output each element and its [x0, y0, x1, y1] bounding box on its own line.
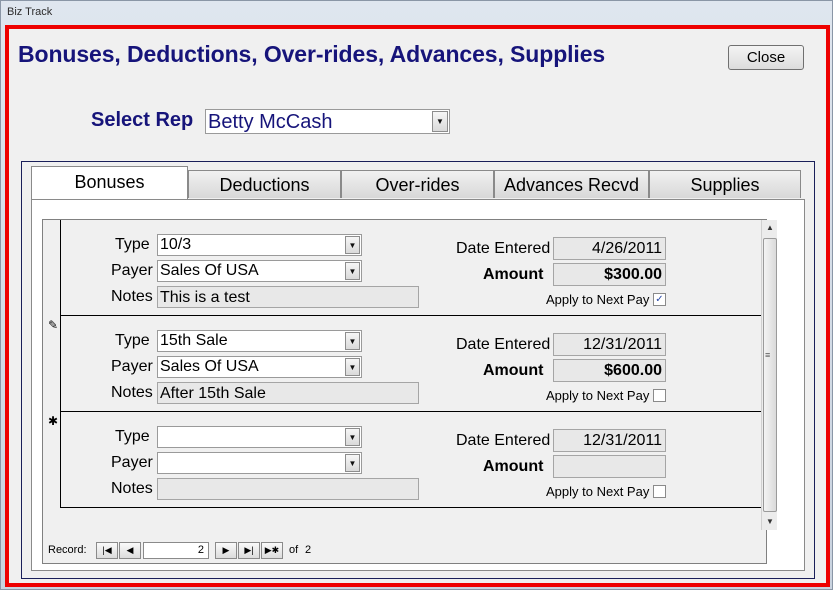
- chevron-down-icon[interactable]: ▼: [345, 332, 360, 350]
- next-record-icon[interactable]: ▶: [215, 542, 237, 559]
- last-record-icon[interactable]: ▶|: [238, 542, 260, 559]
- total-records: 2: [305, 544, 312, 556]
- record-row: Type 10/3 ▼ Payer Sales Of USA ▼ Notes T…: [61, 220, 761, 316]
- record-label: Record:: [48, 544, 87, 556]
- tab-bonuses[interactable]: Bonuses: [31, 166, 188, 199]
- chevron-down-icon[interactable]: ▼: [345, 428, 360, 446]
- current-record-input[interactable]: 2: [143, 542, 209, 559]
- vertical-scrollbar[interactable]: ▲ ≡ ▼: [761, 220, 777, 530]
- date-entered-field[interactable]: 12/31/2011: [553, 333, 666, 356]
- new-record-icon: ✱: [48, 414, 59, 428]
- chevron-down-icon[interactable]: ▼: [345, 358, 360, 376]
- scroll-thumb[interactable]: [763, 238, 777, 512]
- payer-combo[interactable]: Sales Of USA ▼: [157, 356, 362, 378]
- new-record-nav-icon[interactable]: ▶✱: [261, 542, 283, 559]
- payer-value: Sales Of USA: [160, 262, 259, 279]
- grip-icon: ≡: [765, 350, 771, 360]
- tab-control: Bonuses Deductions Over-rides Advances R…: [21, 161, 815, 579]
- type-combo[interactable]: 15th Sale ▼: [157, 330, 362, 352]
- tab-deductions[interactable]: Deductions: [188, 170, 341, 198]
- amount-label: Amount: [483, 362, 544, 379]
- amount-label: Amount: [483, 266, 544, 283]
- chevron-down-icon[interactable]: ▼: [345, 262, 360, 280]
- type-combo[interactable]: 10/3 ▼: [157, 234, 362, 256]
- payer-value: Sales Of USA: [160, 358, 259, 375]
- payer-label: Payer: [111, 454, 153, 471]
- notes-field[interactable]: After 15th Sale: [157, 382, 419, 404]
- scroll-down-icon[interactable]: ▼: [762, 514, 778, 530]
- payer-combo[interactable]: Sales Of USA ▼: [157, 260, 362, 282]
- date-entered-label: Date Entered: [456, 240, 551, 257]
- type-label: Type: [115, 428, 150, 445]
- apply-next-pay-label: Apply to Next Pay: [546, 388, 650, 403]
- chevron-down-icon[interactable]: ▼: [345, 454, 360, 472]
- select-rep-value: Betty McCash: [208, 111, 333, 133]
- payer-label: Payer: [111, 358, 153, 375]
- tab-supplies[interactable]: Supplies: [649, 170, 801, 198]
- tab-over-rides[interactable]: Over-rides: [341, 170, 494, 198]
- amount-label: Amount: [483, 458, 544, 475]
- apply-next-pay-checkbox[interactable]: [653, 485, 666, 498]
- amount-field[interactable]: [553, 455, 666, 478]
- type-combo[interactable]: ▼: [157, 426, 362, 448]
- bonuses-page: Type 10/3 ▼ Payer Sales Of USA ▼ Notes T…: [31, 199, 805, 571]
- apply-next-pay-checkbox[interactable]: ✓: [653, 293, 666, 306]
- notes-field[interactable]: [157, 478, 419, 500]
- window-title: Biz Track: [7, 6, 53, 18]
- close-button[interactable]: Close: [728, 45, 804, 70]
- select-rep-combo[interactable]: Betty McCash ▼: [205, 109, 450, 134]
- type-label: Type: [115, 332, 150, 349]
- scroll-up-icon[interactable]: ▲: [762, 220, 778, 236]
- of-label: of: [289, 544, 299, 556]
- amount-field[interactable]: $300.00: [553, 263, 666, 286]
- type-value: 15th Sale: [160, 332, 228, 349]
- notes-label: Notes: [111, 288, 153, 305]
- apply-next-pay-label: Apply to Next Pay: [546, 484, 650, 499]
- apply-next-pay-label: Apply to Next Pay: [546, 292, 650, 307]
- notes-label: Notes: [111, 384, 153, 401]
- type-value: 10/3: [160, 236, 192, 253]
- record-selector-column: [43, 220, 61, 508]
- app-window: Biz Track Bonuses, Deductions, Over-ride…: [0, 0, 833, 590]
- notes-label: Notes: [111, 480, 153, 497]
- date-entered-field[interactable]: 12/31/2011: [553, 429, 666, 452]
- record-navigation: Record: |◀ ◀ 2 ▶ ▶| ▶✱ of 2: [48, 542, 448, 560]
- apply-next-pay-checkbox[interactable]: [653, 389, 666, 402]
- payer-combo[interactable]: ▼: [157, 452, 362, 474]
- tab-advances-recvd[interactable]: Advances Recvd: [494, 170, 649, 198]
- pencil-icon: ✎: [48, 318, 59, 332]
- record-row: Type ▼ Payer ▼ Notes Date Entered 12/31/…: [61, 412, 761, 508]
- record-row: Type 15th Sale ▼ Payer Sales Of USA ▼ No…: [61, 316, 761, 412]
- select-rep-label: Select Rep: [91, 109, 194, 131]
- first-record-icon[interactable]: |◀: [96, 542, 118, 559]
- chevron-down-icon[interactable]: ▼: [345, 236, 360, 254]
- previous-record-icon[interactable]: ◀: [119, 542, 141, 559]
- date-entered-label: Date Entered: [456, 432, 551, 449]
- form-frame: Bonuses, Deductions, Over-rides, Advance…: [5, 25, 830, 587]
- date-entered-label: Date Entered: [456, 336, 551, 353]
- bonuses-subform: Type 10/3 ▼ Payer Sales Of USA ▼ Notes T…: [42, 219, 777, 564]
- payer-label: Payer: [111, 262, 153, 279]
- date-entered-field[interactable]: 4/26/2011: [553, 237, 666, 260]
- type-label: Type: [115, 236, 150, 253]
- chevron-down-icon[interactable]: ▼: [432, 111, 448, 132]
- notes-field[interactable]: This is a test: [157, 286, 419, 308]
- amount-field[interactable]: $600.00: [553, 359, 666, 382]
- form-title: Bonuses, Deductions, Over-rides, Advance…: [18, 41, 606, 67]
